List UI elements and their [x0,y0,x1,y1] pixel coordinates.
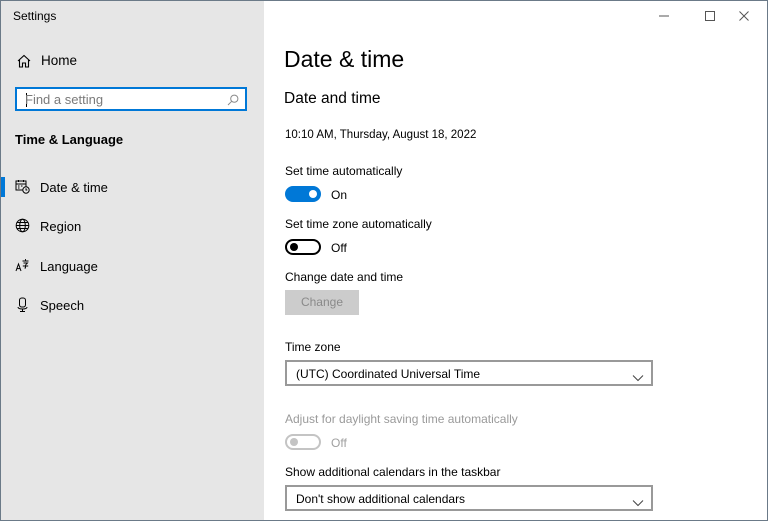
app-title: Settings [13,9,57,23]
calendar-clock-icon [15,179,30,194]
home-icon [16,53,32,69]
sidebar-item-date-time[interactable]: Date & time [1,169,264,205]
daylight-saving-state: Off [331,436,347,450]
sidebar-item-speech[interactable]: Speech [1,287,264,323]
section-heading: Date and time [284,90,381,107]
sidebar-item-label: Speech [40,298,85,313]
sidebar-item-label: Language [40,259,98,274]
minimize-button[interactable] [641,1,687,31]
time-zone-value: (UTC) Coordinated Universal Time [296,367,481,381]
chevron-down-icon [632,369,644,387]
sidebar-item-language[interactable]: Language [1,248,264,284]
search-box[interactable] [15,87,247,111]
globe-icon [15,218,30,233]
maximize-icon [705,11,715,21]
daylight-saving-toggle[interactable] [285,434,321,450]
sidebar-item-label: Home [41,53,78,68]
sidebar-item-label: Region [40,219,82,234]
settings-window: Settings Home Time & Language Date & tim… [0,0,768,521]
set-timezone-auto-state: Off [331,241,347,255]
section-title: Time & Language [15,132,124,147]
set-time-auto-toggle[interactable] [285,186,321,202]
sidebar-item-region[interactable]: Region [1,208,264,244]
microphone-icon [15,297,30,312]
daylight-saving-label: Adjust for daylight saving time automati… [285,412,518,426]
chevron-down-icon [632,494,644,512]
close-button[interactable] [721,1,767,31]
set-timezone-auto-label: Set time zone automatically [285,217,432,231]
current-datetime: 10:10 AM, Thursday, August 18, 2022 [285,129,477,141]
sidebar-item-home[interactable]: Home [1,47,264,75]
search-input[interactable] [25,90,225,108]
set-time-auto-label: Set time automatically [285,164,403,178]
close-icon [739,11,749,21]
set-time-auto-state: On [331,188,348,202]
additional-calendars-dropdown[interactable]: Don't show additional calendars [285,485,653,511]
time-zone-dropdown[interactable]: (UTC) Coordinated Universal Time [285,360,653,386]
additional-calendars-label: Show additional calendars in the taskbar [285,465,501,479]
change-datetime-label: Change date and time [285,270,404,284]
toggle-knob [290,243,298,251]
toggle-knob [290,438,298,446]
minimize-icon [659,15,669,17]
main-content: Date & time Date and time 10:10 AM, Thur… [265,1,767,520]
page-title: Date & time [284,46,405,72]
additional-calendars-value: Don't show additional calendars [296,492,466,506]
selected-indicator [1,177,5,197]
search-icon[interactable] [227,93,239,106]
change-button[interactable]: Change [285,290,359,315]
set-timezone-auto-toggle[interactable] [285,239,321,255]
language-icon [15,258,30,273]
sidebar-item-label: Date & time [40,180,108,195]
time-zone-label: Time zone [285,340,341,354]
toggle-knob [309,190,317,198]
sidebar: Settings Home Time & Language Date & tim… [1,1,264,520]
